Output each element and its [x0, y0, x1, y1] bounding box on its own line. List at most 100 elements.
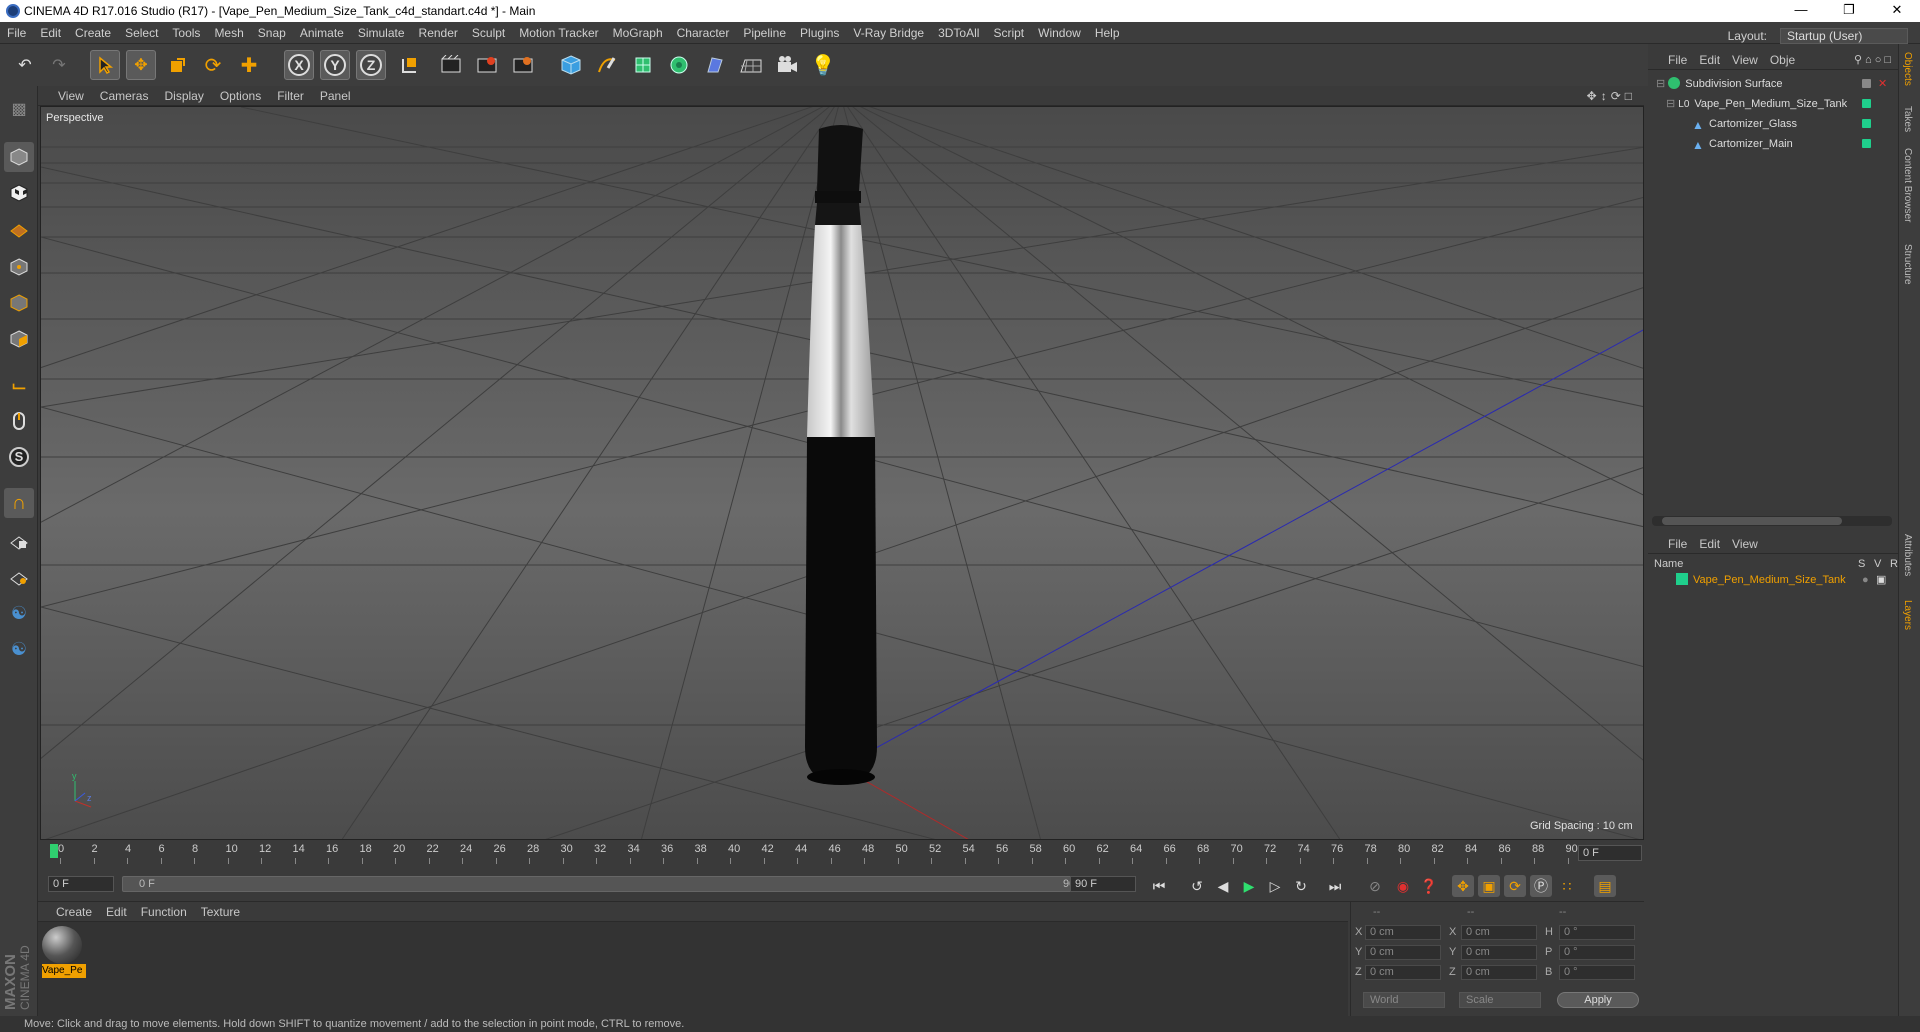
current-frame-field[interactable]: 0 F	[1578, 845, 1642, 861]
viewport-menu-cameras[interactable]: Cameras	[92, 86, 157, 106]
menu-create[interactable]: Create	[68, 22, 118, 44]
menu-plugins[interactable]: Plugins	[793, 22, 846, 44]
goto-start-icon[interactable]: ⏮	[1148, 875, 1170, 897]
viewport-menu-display[interactable]: Display	[156, 86, 211, 106]
spline-pen-icon[interactable]	[592, 50, 622, 80]
perspective-viewport[interactable]: y z	[40, 106, 1644, 840]
range-slider[interactable]: 0 F 90 F	[122, 876, 1102, 892]
position-z-field[interactable]: 0 cm	[1365, 965, 1441, 980]
apply-button[interactable]: Apply	[1557, 992, 1639, 1008]
position-y-field[interactable]: 0 cm	[1365, 945, 1441, 960]
points-mode-icon[interactable]	[4, 252, 34, 282]
z-axis-lock-icon[interactable]: Z	[356, 50, 386, 80]
menu-script[interactable]: Script	[986, 22, 1031, 44]
object-row-cartomizer-main[interactable]: ▲ Cartomizer_Main	[1652, 134, 1896, 154]
close-icon[interactable]: ✕	[1874, 2, 1920, 20]
menu-render[interactable]: Render	[412, 22, 465, 44]
tab-takes[interactable]: Takes	[1902, 106, 1913, 132]
quantize-icon[interactable]	[4, 562, 34, 592]
key-scale-icon[interactable]: ▣	[1478, 875, 1500, 897]
make-editable-icon[interactable]: ▩	[4, 94, 34, 124]
key-pla-icon[interactable]: ∷	[1556, 875, 1578, 897]
next-key-icon[interactable]: ↻	[1290, 875, 1312, 897]
floor-object-icon[interactable]	[736, 50, 766, 80]
texture-mode-icon[interactable]	[4, 178, 34, 208]
layout-dropdown[interactable]: Startup (User)	[1780, 28, 1908, 44]
axis-mode-icon[interactable]: ⌙	[4, 370, 34, 400]
menu-help[interactable]: Help	[1088, 22, 1127, 44]
coordinate-system-icon[interactable]	[394, 50, 424, 80]
viewport-menu-filter[interactable]: Filter	[269, 86, 312, 106]
render-to-picture-viewer-icon[interactable]	[472, 50, 502, 80]
rotation-p-field[interactable]: 0 °	[1559, 945, 1635, 960]
lock-workplane-icon[interactable]	[4, 526, 34, 556]
select-arrow-icon[interactable]	[90, 50, 120, 80]
next-frame-icon[interactable]: ▷	[1264, 875, 1286, 897]
layer-solo-icon[interactable]: ●	[1862, 570, 1869, 590]
menu-motion-tracker[interactable]: Motion Tracker	[512, 22, 605, 44]
material-menu-function[interactable]: Function	[134, 902, 194, 922]
record-keys-icon[interactable]: ⊘	[1364, 875, 1386, 897]
layer-color-icon[interactable]	[1862, 99, 1871, 108]
scale-tool-icon[interactable]	[162, 50, 192, 80]
menu-snap[interactable]: Snap	[251, 22, 293, 44]
timeline-window-icon[interactable]: ▤	[1594, 875, 1616, 897]
key-rotation-icon[interactable]: ⟳	[1504, 875, 1526, 897]
magnet-icon[interactable]: ∩	[4, 488, 34, 518]
collapse-icon[interactable]: ⊟	[1656, 78, 1665, 90]
viewport-nav-icons[interactable]: ✥↕⟳□	[1587, 86, 1636, 106]
menu-window[interactable]: Window	[1031, 22, 1088, 44]
goto-end-icon[interactable]: ⏭	[1324, 875, 1346, 897]
tab-objects[interactable]: Objects	[1902, 52, 1913, 86]
snap-icon[interactable]: S	[4, 442, 34, 472]
object-row-vape-pen[interactable]: ⊟ L0 Vape_Pen_Medium_Size_Tank	[1652, 94, 1896, 114]
menu-character[interactable]: Character	[670, 22, 737, 44]
light-object-icon[interactable]: 💡	[808, 50, 838, 80]
key-parameter-icon[interactable]: Ⓟ	[1530, 875, 1552, 897]
tweak-mode-icon[interactable]	[4, 406, 34, 436]
workplane-mode-icon[interactable]	[4, 214, 34, 244]
objects-menu-view[interactable]: View	[1726, 50, 1764, 70]
objects-menu-objects[interactable]: Obje	[1764, 50, 1801, 70]
size-y-field[interactable]: 0 cm	[1461, 945, 1537, 960]
layer-row[interactable]: Vape_Pen_Medium_Size_Tank ● ▣	[1652, 570, 1896, 590]
menu-simulate[interactable]: Simulate	[351, 22, 412, 44]
scale-dropdown[interactable]: Scale	[1459, 992, 1541, 1008]
menu-select[interactable]: Select	[118, 22, 165, 44]
camera-object-icon[interactable]	[772, 50, 802, 80]
material-menu-edit[interactable]: Edit	[99, 902, 134, 922]
start-frame-field[interactable]: 0 F	[48, 876, 114, 892]
previous-frame-icon[interactable]: ◀	[1212, 875, 1234, 897]
model-mode-icon[interactable]	[4, 142, 34, 172]
objects-scrollbar[interactable]	[1652, 516, 1892, 526]
material-menu-create[interactable]: Create	[38, 902, 99, 922]
menu-mesh[interactable]: Mesh	[207, 22, 250, 44]
size-x-field[interactable]: 0 cm	[1461, 925, 1537, 940]
live-transform-icon[interactable]: ✚	[234, 50, 264, 80]
y-axis-lock-icon[interactable]: Y	[320, 50, 350, 80]
size-z-field[interactable]: 0 cm	[1461, 965, 1537, 980]
play-icon[interactable]: ▶	[1238, 875, 1260, 897]
object-row-subdivision-surface[interactable]: ⊟ Subdivision Surface ✕	[1652, 74, 1896, 94]
viewport-menu-options[interactable]: Options	[212, 86, 269, 106]
objects-search-icon[interactable]: ⚲⌂○□	[1854, 50, 1894, 70]
layers-menu-edit[interactable]: Edit	[1693, 534, 1726, 554]
cloner-icon[interactable]	[664, 50, 694, 80]
record-active-icon[interactable]: ◉	[1392, 875, 1414, 897]
objects-scrollbar-thumb[interactable]	[1662, 517, 1842, 525]
objects-menu-file[interactable]: File	[1648, 50, 1693, 70]
menu-tools[interactable]: Tools	[165, 22, 207, 44]
viewport-menu-view[interactable]: View	[38, 86, 92, 106]
move-tool-icon[interactable]: ✥	[126, 50, 156, 80]
menu-edit[interactable]: Edit	[33, 22, 68, 44]
polygons-mode-icon[interactable]	[4, 324, 34, 354]
rotation-b-field[interactable]: 0 °	[1559, 965, 1635, 980]
render-toggle-icon[interactable]: ✕	[1878, 74, 1887, 94]
redo-icon[interactable]: ↷	[44, 50, 74, 80]
python-script-2-icon[interactable]: ☯	[4, 634, 34, 664]
rotate-tool-icon[interactable]: ⟳	[198, 50, 228, 80]
collapse-icon[interactable]: ⊟	[1666, 98, 1675, 110]
tab-content-browser[interactable]: Content Browser	[1902, 148, 1913, 222]
menu-animate[interactable]: Animate	[293, 22, 351, 44]
key-position-icon[interactable]: ✥	[1452, 875, 1474, 897]
